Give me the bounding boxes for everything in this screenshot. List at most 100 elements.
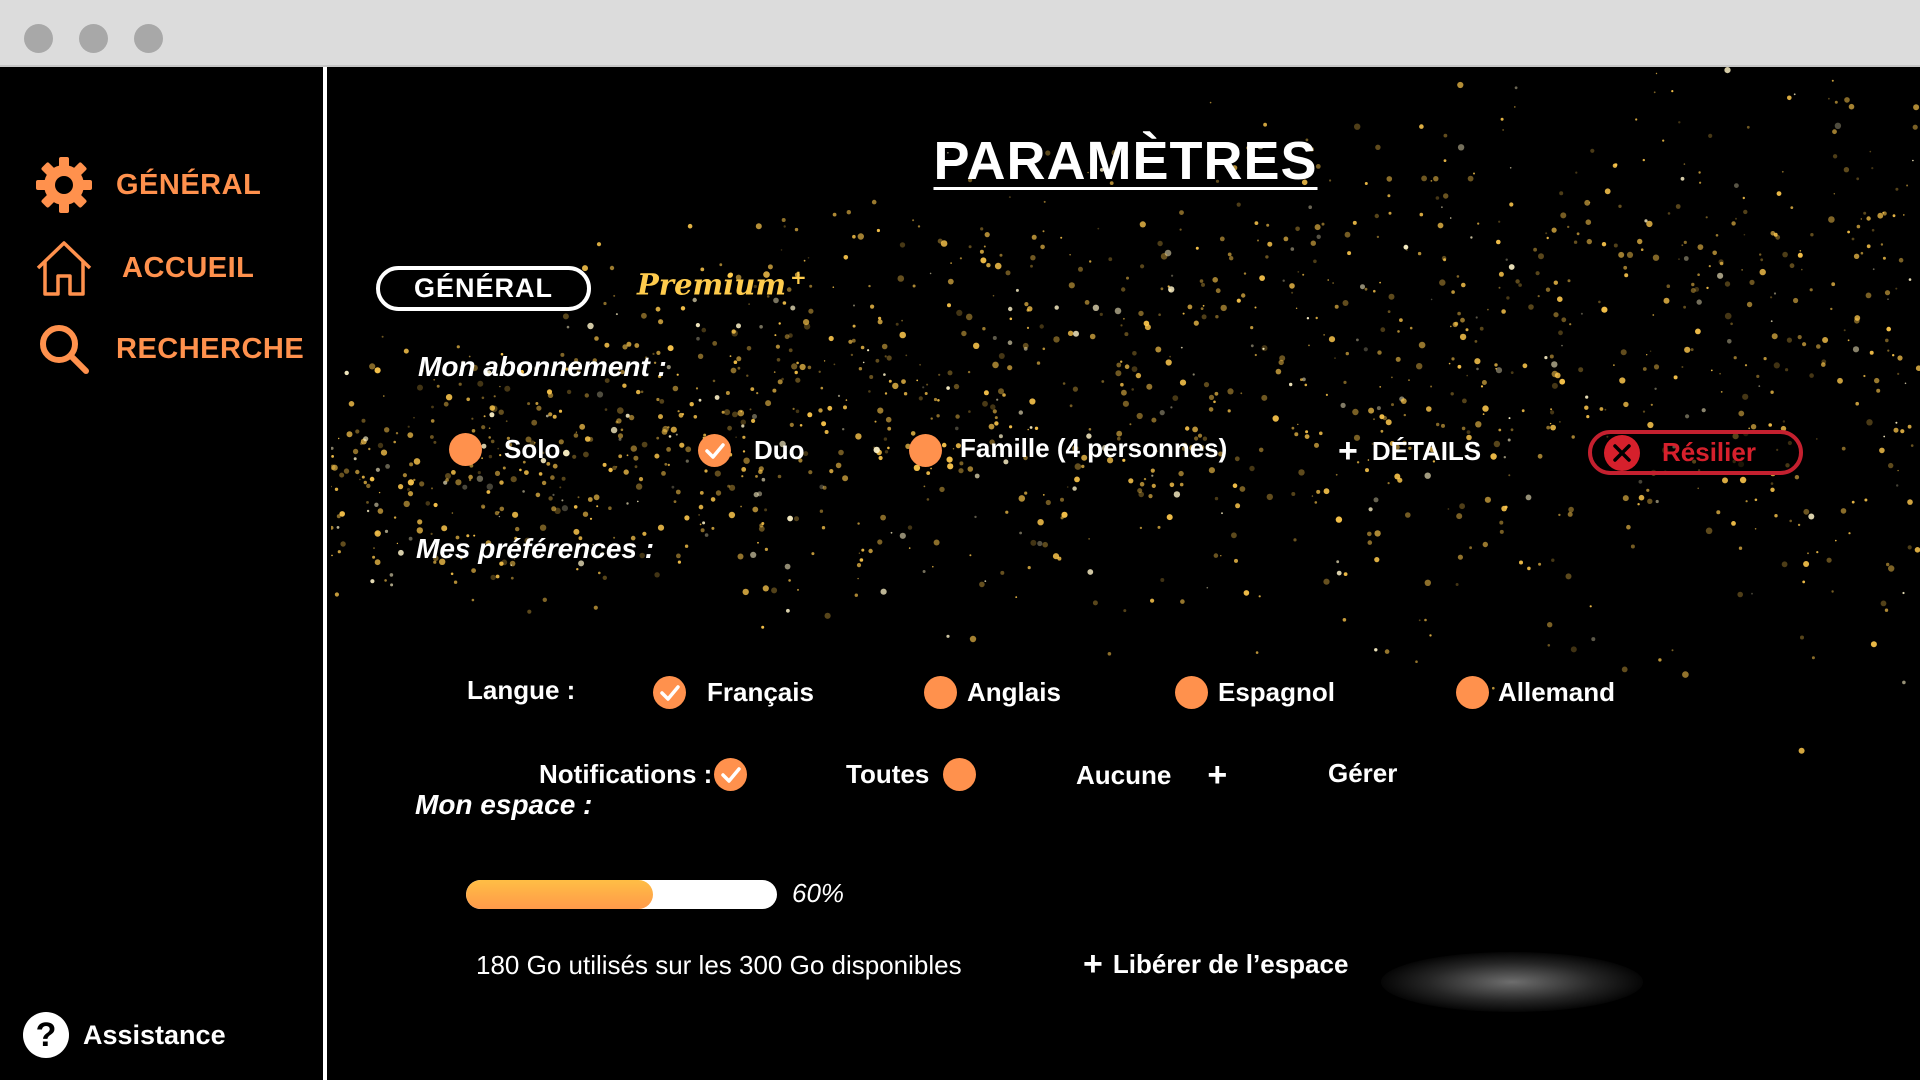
language-espagnol-option[interactable]: Espagnol [1175,676,1335,709]
sparkle-dot [1261,345,1268,352]
plan-solo-option[interactable]: Solo [449,433,560,466]
notifications-aucune-option[interactable]: Aucune + [1076,758,1227,792]
radio-unchecked[interactable] [909,434,942,467]
notifications-toutes-option[interactable]: Notifications : [539,758,748,791]
window-maximize-button[interactable] [134,24,163,53]
sparkle-dot [1123,317,1125,320]
radio-unchecked[interactable] [924,676,957,709]
sparkle-dot [407,432,414,438]
radio-unchecked[interactable] [1456,676,1489,709]
radio-unchecked[interactable] [1175,676,1208,709]
sparkle-dot [1807,552,1809,555]
language-allemand-option[interactable]: Allemand [1456,676,1615,709]
sparkle-dot [695,387,699,390]
sparkle-dot [733,360,738,365]
window-close-button[interactable] [24,24,53,53]
tab-general[interactable]: GÉNÉRAL [376,266,591,311]
sparkle-dot [1559,421,1561,423]
sparkle-dot [858,552,861,554]
sparkle-dot [883,437,888,441]
sparkle-dot [1009,317,1013,321]
sparkle-dot [1039,324,1044,329]
plan-famille-option[interactable]: Famille (4 personnes) [909,433,1227,467]
sparkle-dot [1637,238,1643,245]
sparkle-dot [1054,305,1059,310]
radio-unchecked[interactable] [943,758,977,791]
sparkle-dot [1754,528,1757,530]
sparkle-dot [973,342,980,349]
sparkle-dot [775,344,780,349]
sparkle-dot [1474,340,1478,343]
sparkle-dot [749,408,752,411]
sidebar: GÉNÉRAL ACCUEIL RECHERCHE ? Assistance [0,67,327,1080]
sparkle-dot [1399,318,1403,322]
sparkle-dot [684,544,689,548]
language-anglais-option[interactable]: Anglais [924,676,1061,709]
sparkle-dot [1282,279,1285,282]
sparkle-dot [375,531,379,535]
sparkle-dot [979,249,984,254]
cancel-subscription-button[interactable]: Résilier [1588,430,1803,475]
sparkle-dot [1208,467,1215,474]
sparkle-dot [1024,491,1028,495]
sparkle-dot [1254,353,1257,357]
sparkle-dot [488,427,491,430]
sparkle-dot [1770,487,1775,492]
sparkle-dot [1521,409,1525,413]
radio-unchecked[interactable] [449,433,482,466]
plan-duo-option[interactable]: Duo [698,434,805,467]
sparkle-dot [693,415,698,419]
sparkle-dot [1834,100,1838,104]
sparkle-dot [1345,351,1349,356]
tab-premium[interactable]: Premium + [637,265,807,302]
sparkle-dot [1173,491,1181,498]
radio-checked-icon[interactable] [653,676,686,709]
sparkle-dot [1549,354,1554,359]
sidebar-item-accueil[interactable]: ACCUEIL [34,238,254,298]
sparkle-dot [1037,519,1044,526]
sparkle-dot [1379,386,1382,388]
sparkle-dot [899,331,906,339]
sparkle-dot [725,391,730,395]
sidebar-item-general[interactable]: GÉNÉRAL [34,155,261,215]
sparkle-dot [1373,497,1379,503]
sparkle-dot [950,262,952,264]
assistance-link[interactable]: ? Assistance [23,1012,226,1058]
sparkle-dot [1430,385,1433,388]
sparkle-dot [786,608,790,613]
sparkle-dot [926,498,930,501]
sparkle-dot [1683,256,1689,261]
sparkle-dot [1717,272,1724,279]
notifications-manage-button[interactable]: Gérer [1328,758,1397,789]
sparkle-dot [510,476,517,483]
sidebar-item-recherche[interactable]: RECHERCHE [34,319,304,379]
sparkle-dot [908,547,911,549]
sparkle-dot [803,259,806,262]
sparkle-dot [1078,266,1083,272]
window-minimize-button[interactable] [79,24,108,53]
sparkle-dot [1426,406,1432,412]
sparkle-dot [1379,281,1381,284]
details-button[interactable]: + DÉTAILS [1338,434,1481,468]
sparkle-dot [986,263,991,268]
sparkle-dot [862,361,865,364]
language-francais-option[interactable]: Français [653,676,814,709]
free-space-button[interactable]: + Libérer de l’espace [1083,947,1348,981]
sparkle-dot [443,401,449,407]
sparkle-dot [1088,428,1092,431]
notifications-toutes-label-group[interactable]: Toutes [846,758,977,791]
sparkle-dot [965,313,973,321]
sparkle-dot [788,333,793,338]
sparkle-dot [998,388,1004,395]
sparkle-dot [1429,634,1432,637]
sparkle-dot [1323,334,1325,336]
radio-checked-icon[interactable] [698,434,731,467]
sparkle-dot [723,409,731,416]
sparkle-dot [1397,330,1400,333]
sparkle-dot [1067,330,1074,336]
radio-checked-icon[interactable] [714,758,748,791]
sparkle-dot [1374,557,1380,563]
sparkle-dot [1706,286,1709,290]
sparkle-dot [857,233,864,240]
sparkle-dot [1249,465,1255,472]
